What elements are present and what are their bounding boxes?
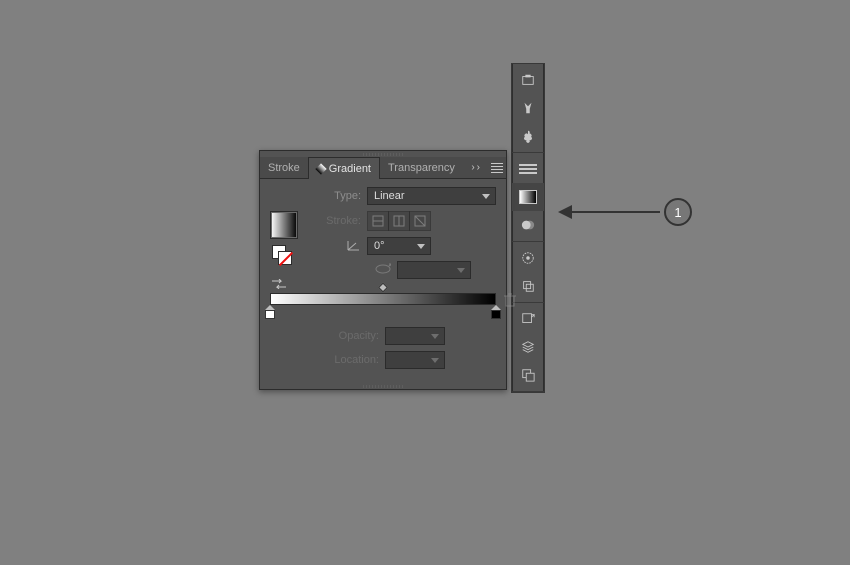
location-select[interactable] <box>385 351 445 369</box>
symbols-icon[interactable] <box>512 122 544 150</box>
gradient-midpoint[interactable] <box>378 283 388 293</box>
callout-1: 1 <box>560 198 692 226</box>
brushes-icon[interactable] <box>512 94 544 122</box>
stroke-label: Stroke: <box>325 215 361 227</box>
gradient-stop-right[interactable] <box>491 305 501 319</box>
gradient-slider[interactable] <box>270 293 496 305</box>
tab-gradient-label: Gradient <box>329 163 371 175</box>
opacity-label: Opacity: <box>321 330 379 342</box>
tab-gradient[interactable]: Gradient <box>308 157 380 179</box>
gradient-panel: Stroke Gradient Transparency ›› Type: Li… <box>259 150 507 390</box>
callout-arrow <box>560 211 660 213</box>
gradient-tab-icon <box>315 163 326 174</box>
tab-stroke[interactable]: Stroke <box>260 157 308 179</box>
stroke-align-segment <box>367 211 431 231</box>
gradient-panel-icon[interactable] <box>512 183 544 211</box>
angle-select[interactable]: 0° <box>367 237 431 255</box>
gradient-fill-swatch[interactable] <box>270 211 298 239</box>
panel-grip-bottom[interactable] <box>363 383 403 389</box>
aspect-icon <box>325 263 391 278</box>
graphic-styles-icon[interactable] <box>512 272 544 300</box>
stroke-align-across[interactable] <box>409 211 431 231</box>
panel-menu-icon[interactable] <box>488 163 506 173</box>
aspect-select[interactable] <box>397 261 471 279</box>
artboards-icon[interactable] <box>512 361 544 389</box>
collapse-button[interactable]: ›› <box>465 162 488 173</box>
fill-stroke-mini[interactable] <box>272 245 288 261</box>
panel-grip[interactable] <box>363 151 403 157</box>
angle-icon <box>325 239 361 254</box>
type-label: Type: <box>325 190 361 202</box>
angle-value: 0° <box>374 240 385 252</box>
type-select[interactable]: Linear <box>367 187 496 205</box>
appearance-icon[interactable] <box>512 244 544 272</box>
panel-tabs: Stroke Gradient Transparency ›› <box>260 157 506 179</box>
transform-icon[interactable] <box>512 305 544 333</box>
stroke-align-within[interactable] <box>367 211 389 231</box>
delete-stop-icon[interactable] <box>504 293 516 310</box>
stroke-panel-icon[interactable] <box>512 155 544 183</box>
panel-dock <box>511 63 545 393</box>
reverse-gradient-icon[interactable] <box>272 279 286 292</box>
type-value: Linear <box>374 190 405 202</box>
libraries-icon[interactable] <box>512 66 544 94</box>
tab-transparency[interactable]: Transparency <box>380 157 463 179</box>
callout-badge: 1 <box>664 198 692 226</box>
layers-icon[interactable] <box>512 333 544 361</box>
gradient-stop-left[interactable] <box>265 305 275 319</box>
opacity-select[interactable] <box>385 327 445 345</box>
stroke-align-along[interactable] <box>388 211 410 231</box>
location-label: Location: <box>321 354 379 366</box>
gradient-swatches <box>270 211 298 255</box>
transparency-panel-icon[interactable] <box>512 211 544 239</box>
